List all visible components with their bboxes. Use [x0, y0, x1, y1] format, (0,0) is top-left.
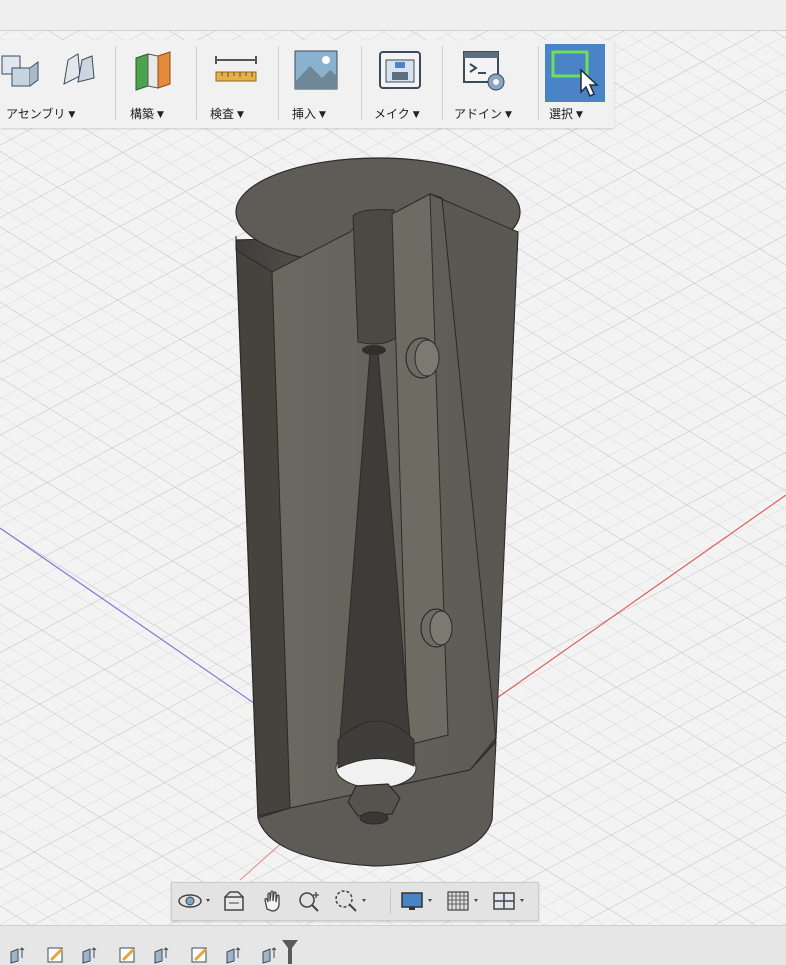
- toolbar-ribbon: アセンブリ ▼ 構築 ▼ 検査 ▼ 挿入 ▼ メイク ▼ アドイン ▼ 選択 ▼: [0, 40, 614, 128]
- construct-plane-icon: [135, 51, 171, 91]
- assembly-label: アセンブリ ▼: [6, 107, 76, 121]
- script-addin-icon: [463, 51, 505, 91]
- part-model[interactable]: [235, 157, 521, 867]
- 3d-print-icon: [379, 51, 421, 89]
- ribbon-divider: [196, 46, 197, 120]
- 3d-viewport[interactable]: [0, 31, 786, 925]
- pan-hand-icon[interactable]: [258, 887, 286, 915]
- fit-zoom-icon[interactable]: [332, 887, 370, 915]
- ribbon-divider: [115, 46, 116, 120]
- insert-label: 挿入 ▼: [292, 107, 326, 121]
- select-tool-active[interactable]: [545, 44, 605, 102]
- measure-ruler-icon: [215, 56, 257, 82]
- timeline-feature-icon[interactable]: [224, 944, 244, 964]
- timeline-marker-icon[interactable]: [280, 938, 300, 964]
- timeline-feature-icon[interactable]: [8, 944, 28, 964]
- timeline-bar: [0, 925, 786, 965]
- ribbon-divider: [442, 46, 443, 120]
- grid-settings-icon[interactable]: [444, 887, 484, 915]
- timeline-feature-icon[interactable]: [80, 944, 100, 964]
- insert-image-icon: [294, 50, 338, 90]
- viewports-icon[interactable]: [490, 887, 530, 915]
- select-cursor-icon: [551, 50, 599, 98]
- timeline-feature-icon[interactable]: [152, 944, 172, 964]
- orbit-icon[interactable]: [176, 887, 214, 915]
- model-canvas[interactable]: [0, 31, 786, 925]
- make-label: メイク ▼: [374, 107, 420, 121]
- look-at-icon[interactable]: [220, 887, 248, 915]
- inspect-group[interactable]: 検査 ▼: [200, 40, 274, 128]
- addins-group[interactable]: アドイン ▼: [446, 40, 536, 128]
- construct-group[interactable]: 構築 ▼: [120, 40, 192, 128]
- inspect-label: 検査 ▼: [210, 107, 244, 121]
- joint-icon: [63, 53, 95, 85]
- timeline-feature-icon[interactable]: [260, 944, 280, 964]
- insert-group[interactable]: 挿入 ▼: [282, 40, 358, 128]
- make-group[interactable]: メイク ▼: [364, 40, 440, 128]
- ribbon-divider: [278, 46, 279, 120]
- assembly-group[interactable]: アセンブリ ▼: [0, 40, 112, 128]
- navigation-bar: [171, 882, 539, 921]
- ribbon-divider: [538, 46, 539, 120]
- zoom-icon[interactable]: [296, 887, 324, 915]
- select-label: 選択 ▼: [549, 107, 583, 121]
- timeline-sketch-icon[interactable]: [46, 944, 66, 964]
- display-settings-icon[interactable]: [398, 887, 438, 915]
- title-bar: [0, 0, 786, 31]
- nav-divider: [390, 889, 391, 914]
- timeline-sketch-icon[interactable]: [190, 944, 210, 964]
- ribbon-divider: [361, 46, 362, 120]
- assembly-icon: [1, 55, 39, 87]
- addins-label: アドイン ▼: [454, 107, 512, 121]
- construct-label: 構築 ▼: [130, 107, 164, 121]
- timeline-sketch-icon[interactable]: [118, 944, 138, 964]
